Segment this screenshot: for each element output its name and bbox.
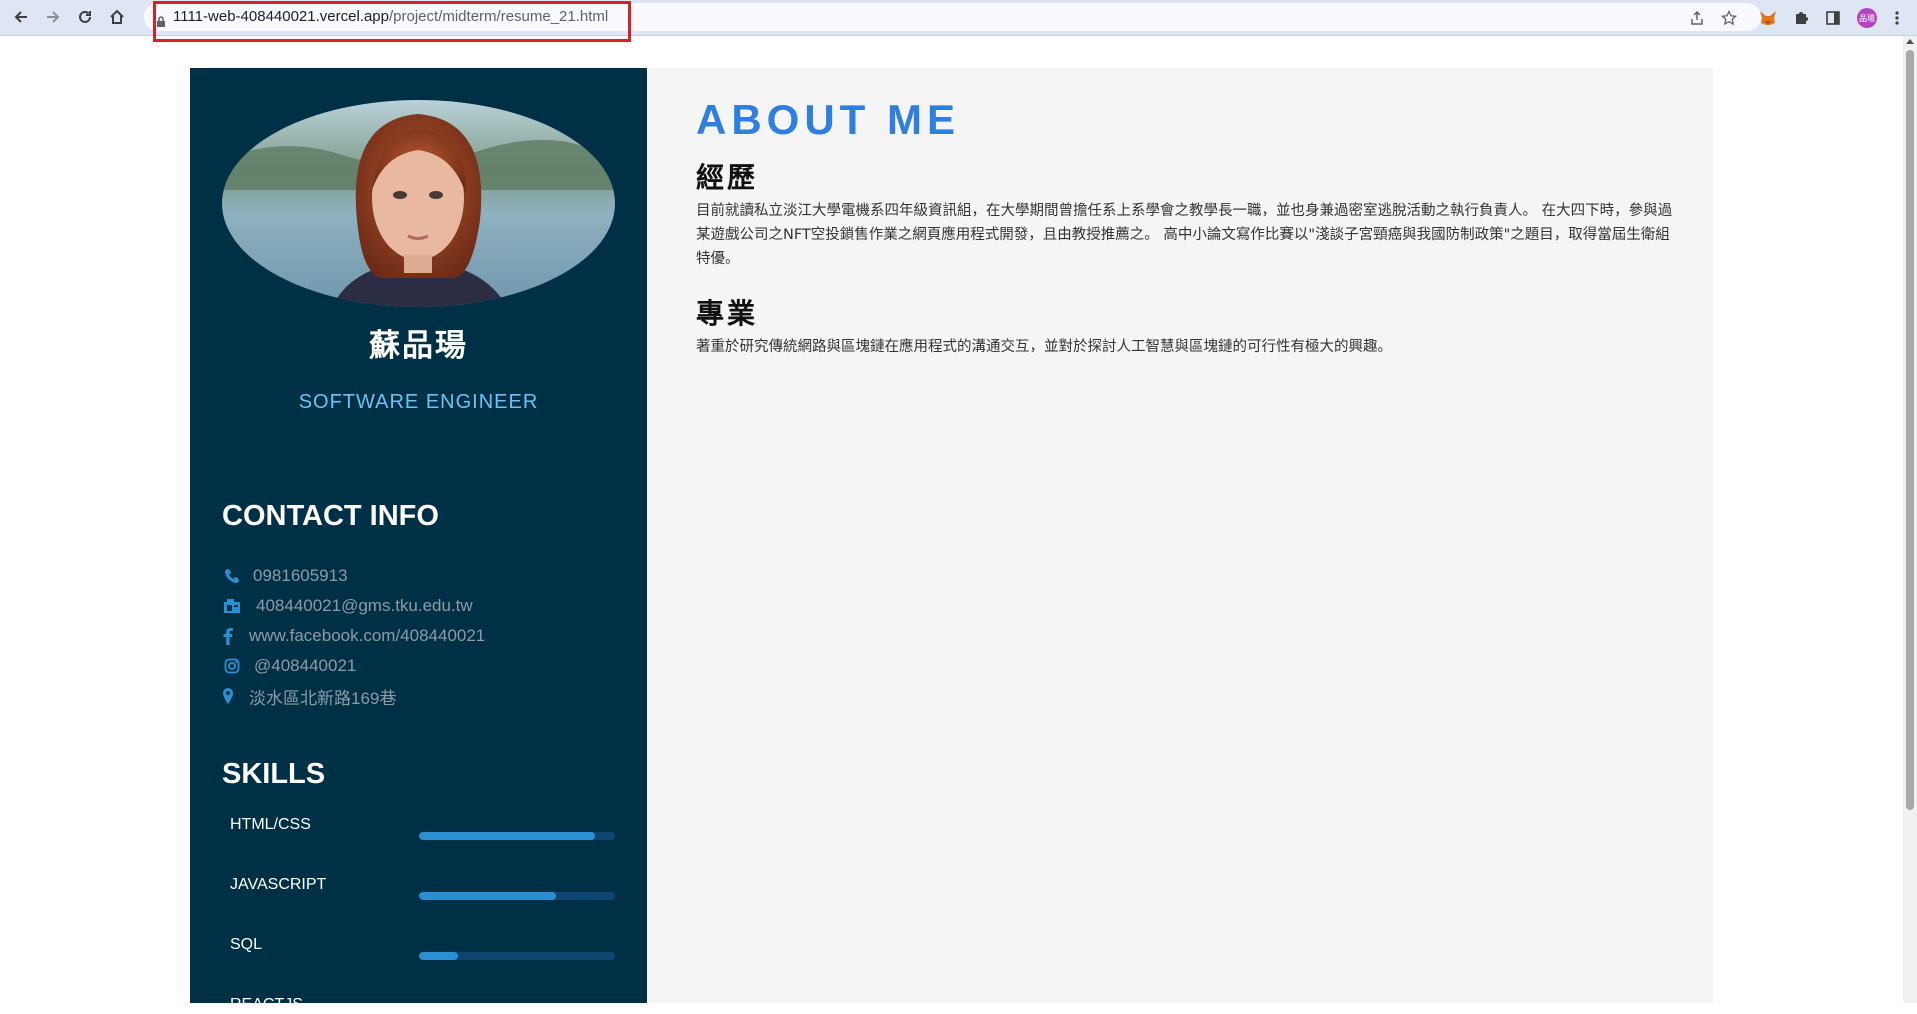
- back-arrow-icon: [14, 11, 27, 23]
- phone-text: 0981605913: [253, 566, 348, 585]
- skill-fill: [419, 952, 459, 960]
- skill-fill: [419, 892, 557, 900]
- reload-icon: [79, 10, 91, 23]
- facebook-text: www.facebook.com/408440021: [249, 626, 486, 645]
- experience-text: 目前就讀私立淡江大學電機系四年級資訊組，在大學期間曾擔任系上系學會之教學長一職，…: [696, 203, 1673, 267]
- skill-name: HTML/CSS: [230, 816, 311, 833]
- side-panel-icon: [1826, 11, 1840, 25]
- scroll-up-arrow-icon[interactable]: [1906, 39, 1914, 44]
- facebook-icon: [222, 626, 234, 646]
- forward-arrow-icon: [47, 11, 60, 23]
- skill-name: SQL: [230, 936, 263, 953]
- experience-title: 經歷: [696, 161, 759, 194]
- skill-bar: [419, 832, 615, 840]
- scroll-thumb[interactable]: [1906, 50, 1914, 810]
- home-button[interactable]: [104, 4, 130, 30]
- job-title: SOFTWARE ENGINEER: [298, 391, 539, 413]
- page-scrollbar[interactable]: [1903, 36, 1917, 1003]
- fox-icon: [1760, 11, 1776, 25]
- skill-fill: [419, 832, 596, 840]
- email-text: 408440021@gms.tku.edu.tw: [256, 596, 473, 615]
- specialty-text: 著重於研究傳統網路與區塊鏈在應用程式的溝通交互，並對於探討人工智慧與區塊鏈的可行…: [696, 339, 1392, 355]
- menu-button[interactable]: [1886, 7, 1908, 29]
- skill-name: JAVASCRIPT: [230, 876, 327, 893]
- contact-email[interactable]: 408440021@gms.tku.edu.tw: [222, 594, 473, 618]
- bookmark-star-button[interactable]: [1718, 7, 1740, 29]
- extensions-button[interactable]: [1790, 7, 1812, 29]
- profile-button[interactable]: 品瑒: [1856, 7, 1878, 29]
- avatar: 品瑒: [1857, 8, 1877, 28]
- skill-bar: [419, 952, 615, 960]
- back-button[interactable]: [8, 4, 34, 30]
- side-panel-button[interactable]: [1822, 7, 1844, 29]
- profile-photo: [222, 100, 615, 307]
- url-highlight-box: [153, 1, 631, 42]
- kebab-menu-icon: [1895, 11, 1899, 25]
- star-icon: [1721, 10, 1737, 26]
- forward-button[interactable]: [40, 4, 66, 30]
- skill-name: REACTJS: [230, 996, 303, 1013]
- resume-container: 蘇品瑒 SOFTWARE ENGINEER CONTACT INFO 09816…: [190, 68, 1713, 1013]
- about-me-heading: ABOUT ME: [696, 96, 960, 143]
- phone-icon: [222, 566, 242, 586]
- email-icon: [222, 596, 242, 616]
- puzzle-icon: [1796, 12, 1808, 24]
- browser-toolbar: 1111-web-408440021.vercel.app/project/mi…: [0, 0, 1917, 42]
- contact-instagram[interactable]: @408440021: [222, 654, 356, 678]
- skills-heading: SKILLS: [222, 758, 326, 790]
- contact-phone[interactable]: 0981605913: [222, 564, 348, 588]
- profile-name: 蘇品瑒: [369, 328, 468, 364]
- specialty-title: 專業: [696, 297, 759, 330]
- address-text: 淡水區北新路169巷: [249, 688, 397, 708]
- contact-info-heading: CONTACT INFO: [222, 500, 439, 532]
- contact-facebook[interactable]: www.facebook.com/408440021: [222, 624, 485, 648]
- contact-address[interactable]: 淡水區北新路169巷: [222, 684, 396, 708]
- skill-bar: [419, 892, 615, 900]
- home-icon: [110, 9, 124, 24]
- profile-sidebar: 蘇品瑒 SOFTWARE ENGINEER CONTACT INFO 09816…: [190, 68, 647, 1013]
- location-icon: [222, 686, 234, 706]
- instagram-text: @408440021: [254, 656, 357, 675]
- metamask-extension-button[interactable]: [1757, 7, 1779, 29]
- share-button[interactable]: [1686, 7, 1708, 29]
- reload-button[interactable]: [72, 4, 98, 30]
- share-icon: [1691, 10, 1703, 25]
- instagram-icon: [222, 656, 242, 676]
